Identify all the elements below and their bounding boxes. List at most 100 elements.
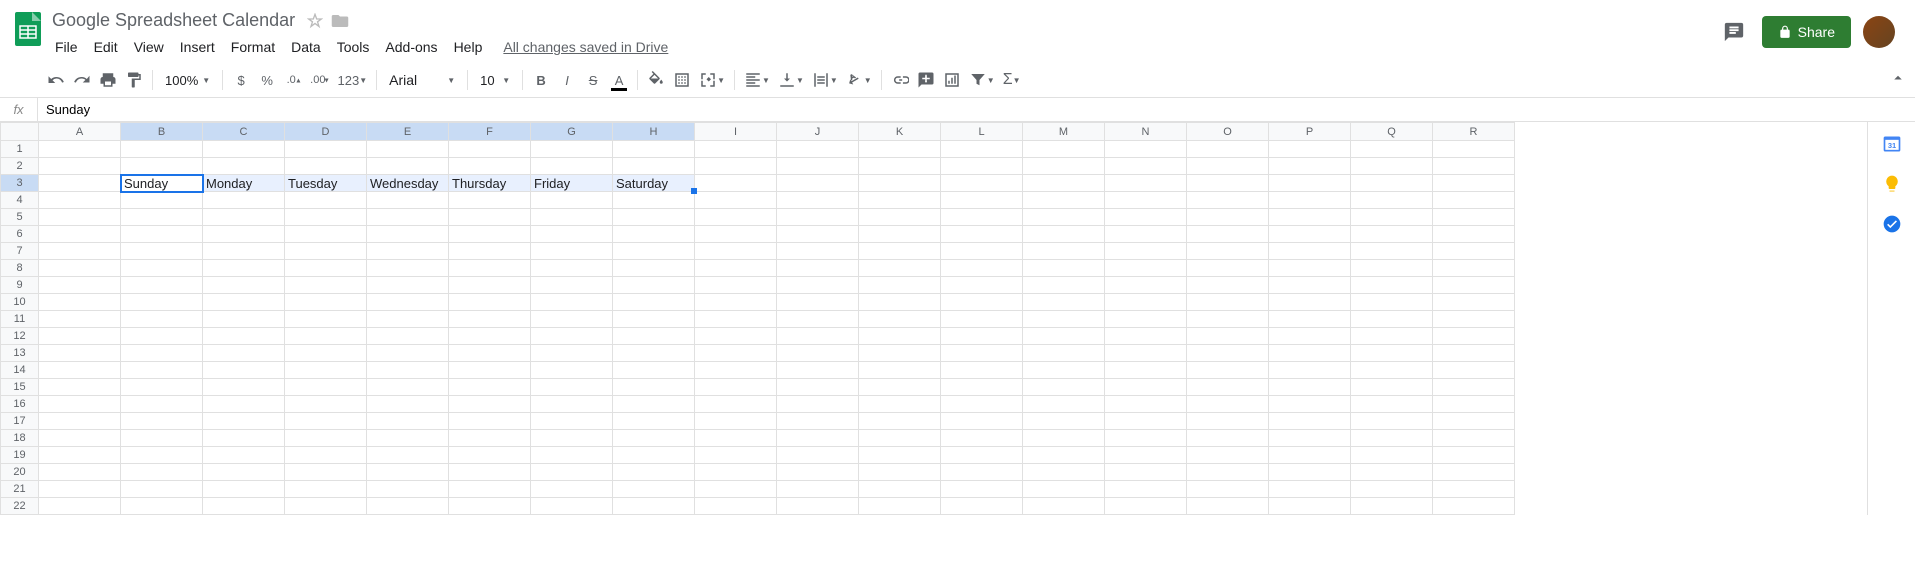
cell-K6[interactable] xyxy=(859,226,941,243)
cell-I16[interactable] xyxy=(695,396,777,413)
cell-G22[interactable] xyxy=(531,498,613,515)
cell-E6[interactable] xyxy=(367,226,449,243)
cell-F17[interactable] xyxy=(449,413,531,430)
cell-L14[interactable] xyxy=(941,362,1023,379)
row-header-8[interactable]: 8 xyxy=(1,260,39,277)
cell-H14[interactable] xyxy=(613,362,695,379)
cell-B13[interactable] xyxy=(121,345,203,362)
cell-P1[interactable] xyxy=(1269,141,1351,158)
cell-J19[interactable] xyxy=(777,447,859,464)
cell-J15[interactable] xyxy=(777,379,859,396)
cell-P4[interactable] xyxy=(1269,192,1351,209)
column-header-M[interactable]: M xyxy=(1023,123,1105,141)
cell-B11[interactable] xyxy=(121,311,203,328)
column-header-R[interactable]: R xyxy=(1433,123,1515,141)
cell-L10[interactable] xyxy=(941,294,1023,311)
select-all-corner[interactable] xyxy=(1,123,39,141)
vertical-align-button[interactable]: ▼ xyxy=(775,67,807,93)
cell-B10[interactable] xyxy=(121,294,203,311)
row-header-14[interactable]: 14 xyxy=(1,362,39,379)
cell-A5[interactable] xyxy=(39,209,121,226)
cell-E9[interactable] xyxy=(367,277,449,294)
cell-B8[interactable] xyxy=(121,260,203,277)
cell-H12[interactable] xyxy=(613,328,695,345)
cell-D4[interactable] xyxy=(285,192,367,209)
cell-B21[interactable] xyxy=(121,481,203,498)
column-header-D[interactable]: D xyxy=(285,123,367,141)
bold-button[interactable]: B xyxy=(529,67,553,93)
cell-I12[interactable] xyxy=(695,328,777,345)
cell-L13[interactable] xyxy=(941,345,1023,362)
cell-F20[interactable] xyxy=(449,464,531,481)
cell-J12[interactable] xyxy=(777,328,859,345)
cell-C13[interactable] xyxy=(203,345,285,362)
cell-A19[interactable] xyxy=(39,447,121,464)
cell-L7[interactable] xyxy=(941,243,1023,260)
tasks-app-icon[interactable] xyxy=(1882,214,1902,234)
cell-M2[interactable] xyxy=(1023,158,1105,175)
cell-H19[interactable] xyxy=(613,447,695,464)
row-header-12[interactable]: 12 xyxy=(1,328,39,345)
row-header-4[interactable]: 4 xyxy=(1,192,39,209)
cell-P22[interactable] xyxy=(1269,498,1351,515)
cell-C4[interactable] xyxy=(203,192,285,209)
cell-G2[interactable] xyxy=(531,158,613,175)
cell-E7[interactable] xyxy=(367,243,449,260)
cell-F14[interactable] xyxy=(449,362,531,379)
cell-A21[interactable] xyxy=(39,481,121,498)
format-percent-button[interactable]: % xyxy=(255,67,279,93)
cell-D16[interactable] xyxy=(285,396,367,413)
sheets-logo-icon[interactable] xyxy=(15,12,41,46)
save-status[interactable]: All changes saved in Drive xyxy=(503,39,668,55)
cell-L2[interactable] xyxy=(941,158,1023,175)
cell-M20[interactable] xyxy=(1023,464,1105,481)
cell-Q18[interactable] xyxy=(1351,430,1433,447)
merge-cells-button[interactable]: ▼ xyxy=(696,67,728,93)
cell-O5[interactable] xyxy=(1187,209,1269,226)
row-header-21[interactable]: 21 xyxy=(1,481,39,498)
cell-E14[interactable] xyxy=(367,362,449,379)
cell-O14[interactable] xyxy=(1187,362,1269,379)
cell-M17[interactable] xyxy=(1023,413,1105,430)
cell-F9[interactable] xyxy=(449,277,531,294)
cell-F6[interactable] xyxy=(449,226,531,243)
cell-D11[interactable] xyxy=(285,311,367,328)
text-rotation-button[interactable]: ▼ xyxy=(843,67,875,93)
cell-O11[interactable] xyxy=(1187,311,1269,328)
cell-M10[interactable] xyxy=(1023,294,1105,311)
cell-K2[interactable] xyxy=(859,158,941,175)
row-header-3[interactable]: 3 xyxy=(1,175,39,192)
cell-E13[interactable] xyxy=(367,345,449,362)
cell-M15[interactable] xyxy=(1023,379,1105,396)
cell-C21[interactable] xyxy=(203,481,285,498)
document-title[interactable]: Google Spreadsheet Calendar xyxy=(48,8,299,33)
column-header-I[interactable]: I xyxy=(695,123,777,141)
cell-R21[interactable] xyxy=(1433,481,1515,498)
cell-O10[interactable] xyxy=(1187,294,1269,311)
cell-I1[interactable] xyxy=(695,141,777,158)
cell-I13[interactable] xyxy=(695,345,777,362)
cell-O19[interactable] xyxy=(1187,447,1269,464)
cell-K14[interactable] xyxy=(859,362,941,379)
cell-E1[interactable] xyxy=(367,141,449,158)
cell-R7[interactable] xyxy=(1433,243,1515,260)
cell-J3[interactable] xyxy=(777,175,859,192)
cell-Q11[interactable] xyxy=(1351,311,1433,328)
cell-N12[interactable] xyxy=(1105,328,1187,345)
cell-E8[interactable] xyxy=(367,260,449,277)
cell-H3[interactable]: Saturday xyxy=(613,175,695,192)
cell-B7[interactable] xyxy=(121,243,203,260)
cell-D18[interactable] xyxy=(285,430,367,447)
cell-D21[interactable] xyxy=(285,481,367,498)
cell-E21[interactable] xyxy=(367,481,449,498)
cell-R8[interactable] xyxy=(1433,260,1515,277)
cell-E2[interactable] xyxy=(367,158,449,175)
cell-K4[interactable] xyxy=(859,192,941,209)
cell-I15[interactable] xyxy=(695,379,777,396)
cell-N18[interactable] xyxy=(1105,430,1187,447)
cell-G1[interactable] xyxy=(531,141,613,158)
cell-A9[interactable] xyxy=(39,277,121,294)
cell-D22[interactable] xyxy=(285,498,367,515)
cell-C11[interactable] xyxy=(203,311,285,328)
cell-K15[interactable] xyxy=(859,379,941,396)
